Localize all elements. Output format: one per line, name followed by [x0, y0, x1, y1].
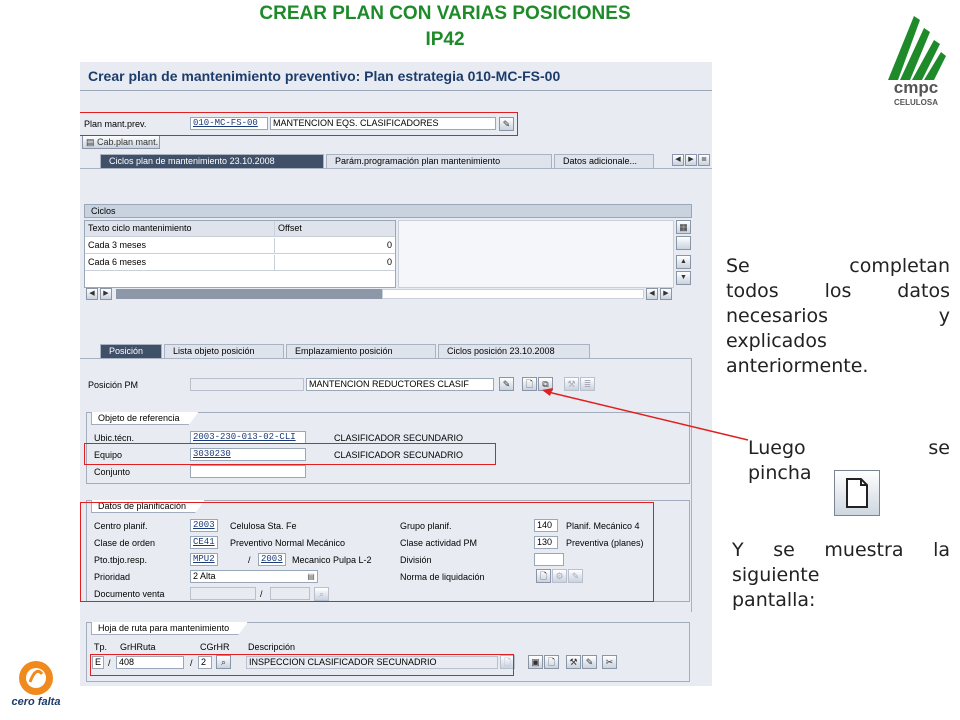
- note-word: necesarios: [726, 305, 829, 327]
- cero-falta-logo: cero falta: [6, 658, 66, 716]
- note-line: todos los datos: [726, 279, 950, 304]
- note-line: explicados: [726, 330, 827, 352]
- note-word: completan: [849, 255, 950, 277]
- create-document-icon: [834, 470, 880, 516]
- note-line: Luego se: [748, 436, 950, 461]
- note-line: Y se muestra la: [732, 538, 950, 563]
- note-word: Y: [732, 539, 744, 561]
- note-word: los: [824, 280, 852, 302]
- cero-falta-icon: [19, 661, 53, 695]
- note-word: datos: [897, 280, 950, 302]
- note-word: todos: [726, 280, 779, 302]
- note-word: muestra: [824, 539, 904, 561]
- note-word: la: [933, 539, 950, 561]
- note-word: y: [938, 305, 950, 327]
- document-glyph: [846, 478, 868, 508]
- note-word: Luego: [748, 437, 806, 459]
- note-word: Se: [726, 255, 750, 277]
- note-word: se: [928, 437, 950, 459]
- note-line: Se completan: [726, 254, 950, 279]
- note-line: anteriormente.: [726, 355, 869, 377]
- note-line: pantalla:: [732, 589, 816, 611]
- note-line: siguiente: [732, 564, 820, 586]
- note-muestra: Y se muestra la siguiente pantalla:: [732, 538, 950, 613]
- note-word: se: [773, 539, 795, 561]
- note-line: necesarios y: [726, 304, 950, 329]
- cero-falta-text: cero falta: [11, 696, 61, 708]
- note-completan: Se completan todos los datos necesarios …: [726, 254, 950, 379]
